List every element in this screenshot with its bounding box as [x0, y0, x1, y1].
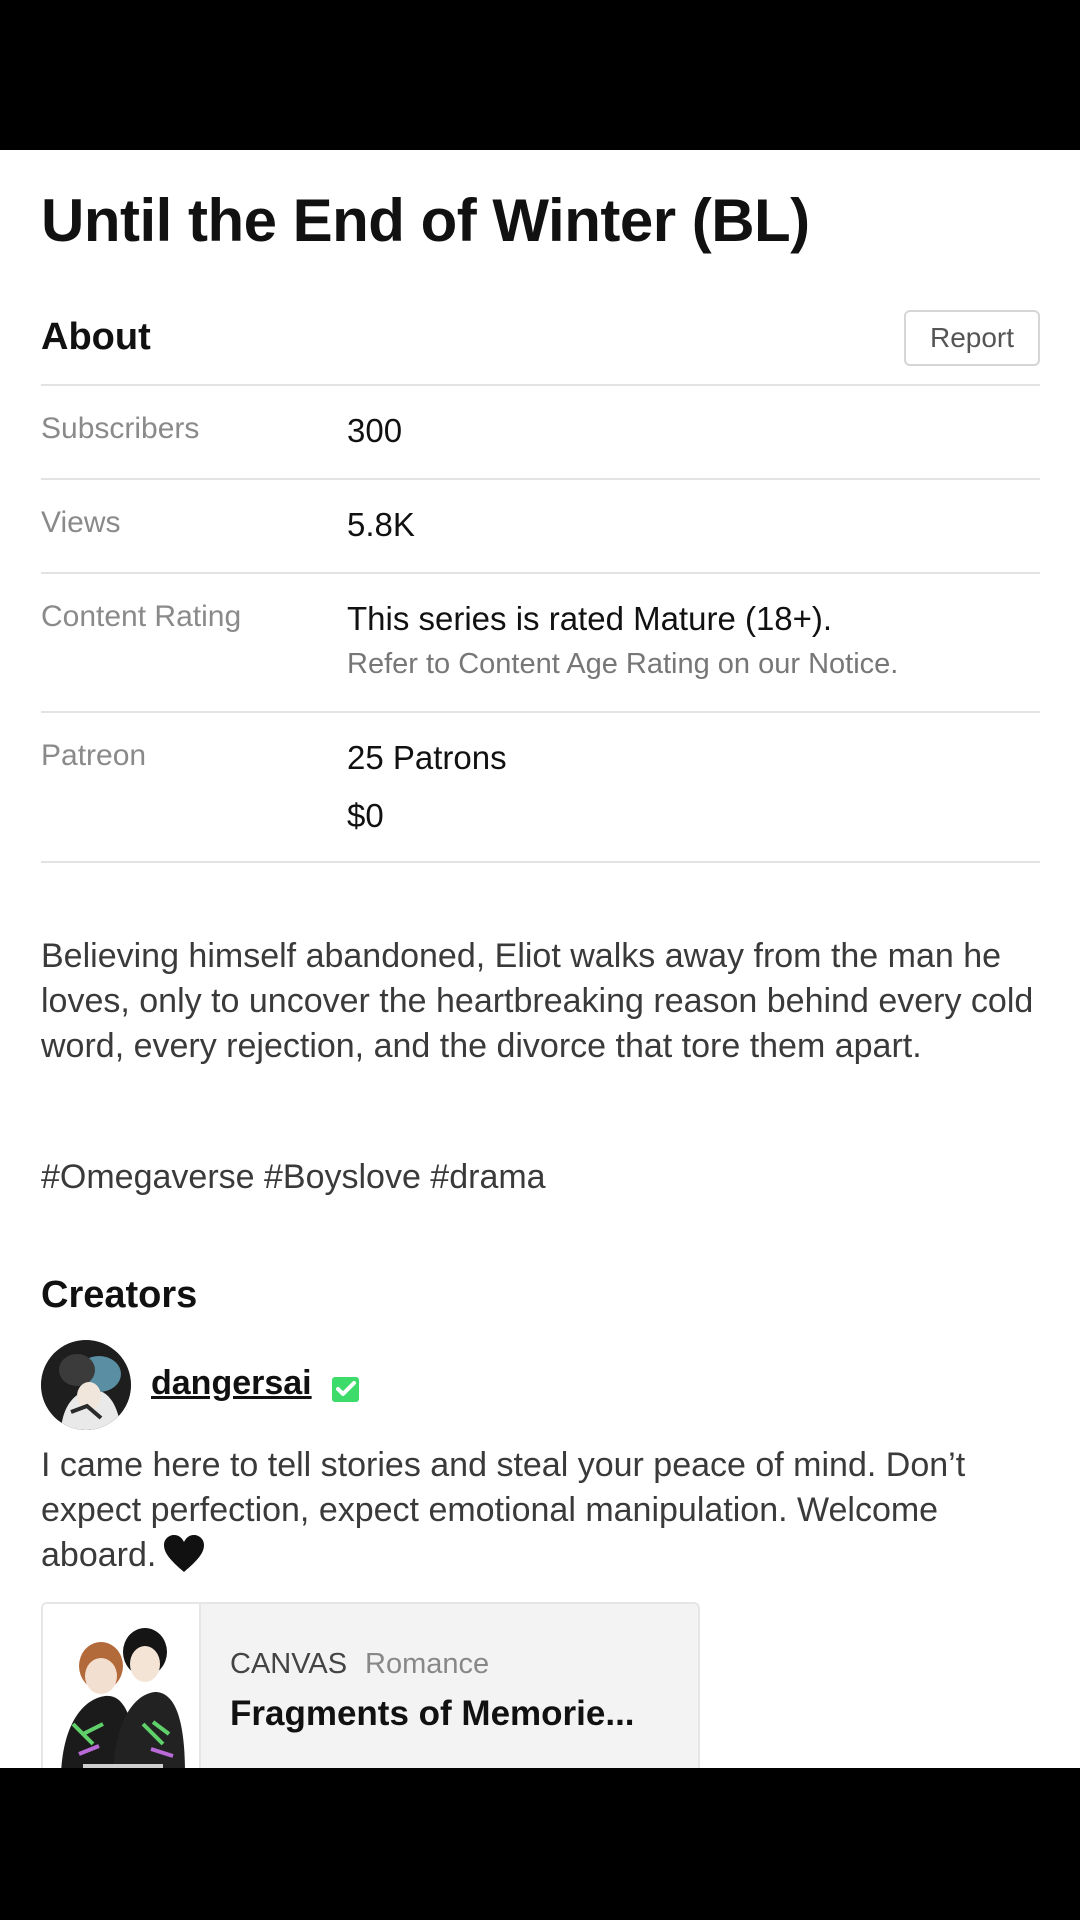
info-row-views: Views 5.8K — [41, 478, 1040, 572]
verified-check-icon — [331, 1374, 361, 1404]
related-series-card[interactable]: CANVAS Romance Fragments of Memorie... — [41, 1602, 700, 1768]
about-heading: About — [41, 316, 151, 358]
patreon-amount: $0 — [347, 797, 384, 834]
creator-item[interactable]: dangersai — [41, 1340, 1040, 1430]
status-bar — [0, 0, 1080, 150]
series-tags: #Omegaverse #Boyslove #drama — [41, 1158, 546, 1196]
info-row-subscribers: Subscribers 300 — [41, 384, 1040, 478]
info-row-patreon: Patreon 25 Patrons $0 — [41, 711, 1040, 863]
series-description: Believing himself abandoned, Eliot walks… — [41, 937, 1034, 1065]
info-row-content-rating: Content Rating This series is rated Matu… — [41, 572, 1040, 711]
series-info-page: Until the End of Winter (BL) About Repor… — [0, 150, 1080, 1768]
creator-avatar[interactable] — [41, 1340, 131, 1430]
card-tag: CANVAS — [230, 1648, 348, 1680]
patrons-count: 25 Patrons — [347, 739, 507, 776]
about-table: Subscribers 300 Views 5.8K Content Ratin… — [41, 384, 1040, 863]
card-genre: Romance — [365, 1648, 490, 1680]
info-label: Views — [41, 506, 121, 539]
info-label: Content Rating — [41, 600, 242, 633]
report-button[interactable]: Report — [904, 310, 1040, 366]
info-label: Patreon — [41, 739, 147, 772]
content-rating-note: Refer to Content Age Rating on our Notic… — [347, 648, 899, 680]
info-value: This series is rated Mature (18+). — [347, 600, 833, 637]
series-title: Until the End of Winter (BL) — [41, 187, 810, 254]
card-title: Fragments of Memorie... — [230, 1694, 635, 1733]
info-value: 300 — [347, 412, 403, 449]
navigation-bar — [0, 1768, 1080, 1920]
creator-bio: I came here to tell stories and steal yo… — [41, 1443, 1040, 1578]
black-heart-icon — [162, 1534, 206, 1574]
creator-name-link[interactable]: dangersai — [151, 1364, 312, 1403]
info-value: 5.8K — [347, 506, 415, 543]
creators-heading: Creators — [41, 1274, 198, 1316]
series-thumbnail — [43, 1604, 201, 1768]
info-label: Subscribers — [41, 412, 200, 445]
